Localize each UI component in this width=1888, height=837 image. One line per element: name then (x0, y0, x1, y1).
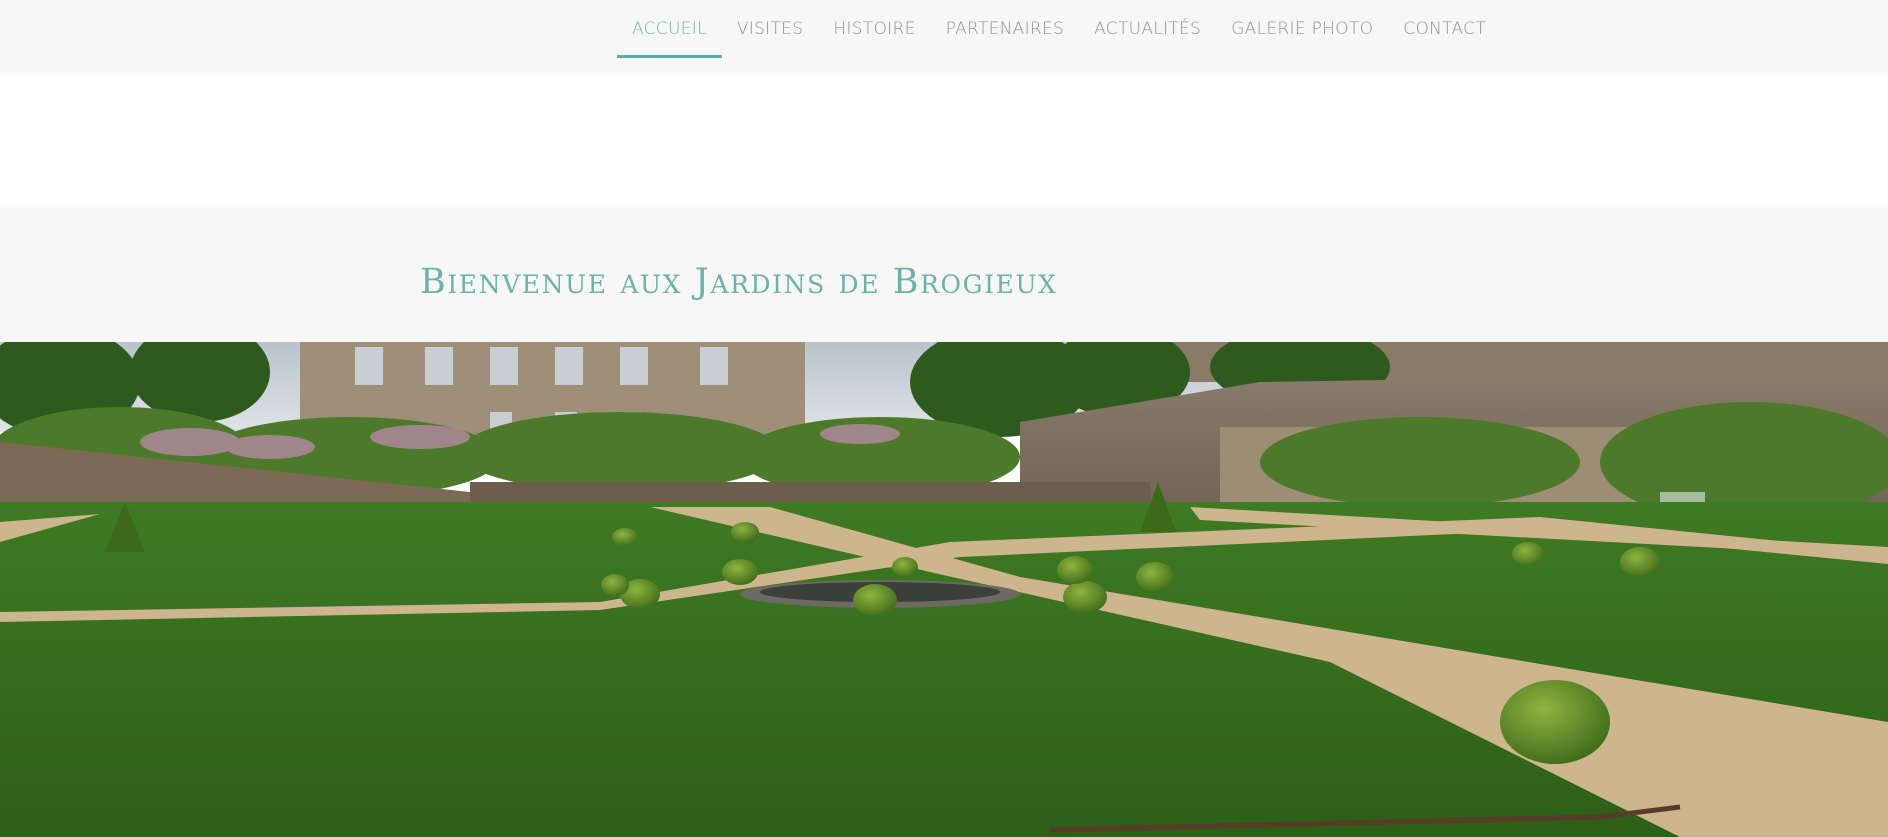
nav-item-actualites[interactable]: ACTUALITÉS (1079, 0, 1216, 58)
nav-item-galerie-photo[interactable]: GALERIE PHOTO (1216, 0, 1388, 58)
hero-garden-image (0, 342, 1888, 837)
main-nav: ACCUEIL VISITES HISTOIRE PARTENAIRES ACT… (617, 0, 1501, 58)
nav-item-visites[interactable]: VISITES (722, 0, 818, 58)
header-spacer (0, 73, 1888, 207)
nav-item-partenaires[interactable]: PARTENAIRES (931, 0, 1080, 58)
top-navbar: ACCUEIL VISITES HISTOIRE PARTENAIRES ACT… (0, 0, 1888, 73)
nav-item-accueil[interactable]: ACCUEIL (617, 0, 722, 58)
nav-item-histoire[interactable]: HISTOIRE (818, 0, 930, 58)
nav-item-contact[interactable]: CONTACT (1388, 0, 1501, 58)
title-band: Bienvenue aux Jardins de Brogieux (0, 207, 1888, 342)
page-title: Bienvenue aux Jardins de Brogieux (420, 262, 1058, 302)
